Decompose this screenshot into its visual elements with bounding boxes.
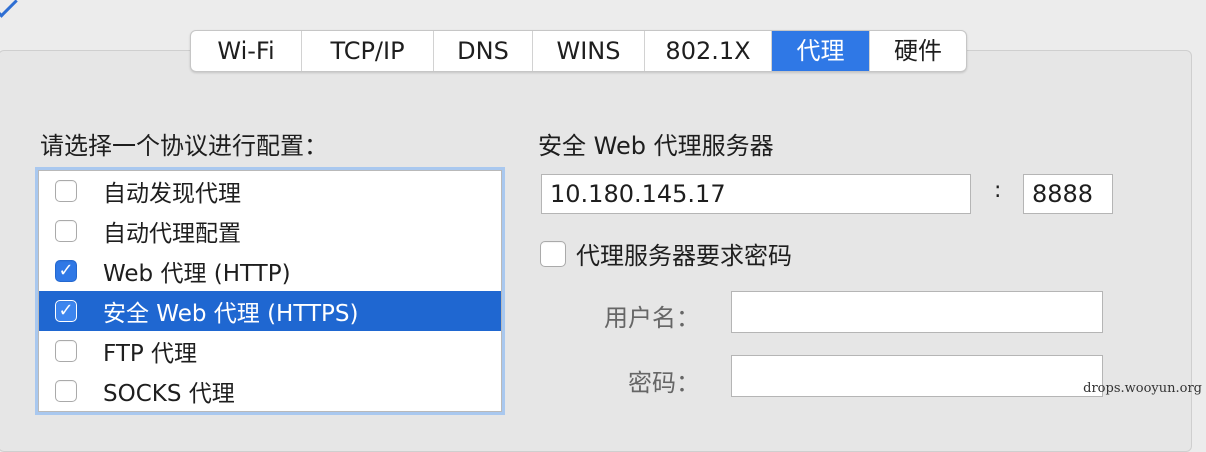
checkmark-icon: ✓ bbox=[58, 260, 74, 281]
password-required-label: 代理服务器要求密码 bbox=[576, 242, 792, 270]
password-required-checkbox[interactable] bbox=[540, 240, 566, 267]
password-required-row[interactable]: 代理服务器要求密码 bbox=[540, 236, 792, 271]
protocol-label: SOCKS 代理 bbox=[103, 381, 235, 407]
tab-wins[interactable]: WINS bbox=[533, 31, 645, 71]
protocol-item-ftp-proxy[interactable]: FTP 代理 bbox=[39, 331, 501, 371]
watermark: drops.wooyun.org bbox=[1083, 381, 1202, 396]
server-heading: 安全 Web 代理服务器 bbox=[538, 132, 774, 160]
proxy-port-field[interactable]: 8888 bbox=[1023, 174, 1113, 214]
protocol-label: FTP 代理 bbox=[103, 341, 198, 367]
protocol-item-secure-web-proxy[interactable]: ✓ 安全 Web 代理 (HTTPS) bbox=[39, 291, 501, 331]
protocol-item-socks-proxy[interactable]: SOCKS 代理 bbox=[39, 371, 501, 411]
proxy-server-address-field[interactable]: 10.180.145.17 bbox=[541, 174, 971, 214]
tab-8021x[interactable]: 802.1X bbox=[645, 31, 772, 71]
tab-dns[interactable]: DNS bbox=[434, 31, 533, 71]
protocol-label: 自动发现代理 bbox=[103, 181, 241, 207]
protocol-item-auto-config[interactable]: 自动代理配置 bbox=[39, 211, 501, 251]
tab-proxy[interactable]: 代理 bbox=[772, 31, 870, 71]
window-corner-icon bbox=[0, 0, 18, 18]
tab-hardware[interactable]: 硬件 bbox=[870, 31, 966, 71]
port-separator: : bbox=[994, 178, 1002, 203]
password-field[interactable] bbox=[731, 355, 1103, 397]
protocol-item-auto-discovery[interactable]: 自动发现代理 bbox=[39, 171, 501, 211]
protocol-label: 自动代理配置 bbox=[103, 221, 241, 247]
tab-tcpip[interactable]: TCP/IP bbox=[302, 31, 434, 71]
checkbox[interactable] bbox=[55, 340, 77, 362]
password-label: 密码： bbox=[628, 369, 700, 397]
protocol-label: 安全 Web 代理 (HTTPS) bbox=[103, 301, 359, 327]
tab-wifi[interactable]: Wi-Fi bbox=[191, 31, 302, 71]
protocol-heading: 请选择一个协议进行配置： bbox=[40, 132, 328, 160]
protocol-list[interactable]: 自动发现代理 自动代理配置 ✓ Web 代理 (HTTP) ✓ 安全 Web 代… bbox=[38, 170, 502, 412]
username-field[interactable] bbox=[731, 291, 1103, 333]
protocol-label: Web 代理 (HTTP) bbox=[103, 261, 291, 287]
username-label: 用户名： bbox=[604, 304, 700, 332]
protocol-item-web-proxy[interactable]: ✓ Web 代理 (HTTP) bbox=[39, 251, 501, 291]
checkbox[interactable] bbox=[55, 380, 77, 402]
tab-bar: Wi-Fi TCP/IP DNS WINS 802.1X 代理 硬件 bbox=[190, 30, 967, 72]
checkbox[interactable] bbox=[55, 220, 77, 242]
checkbox[interactable]: ✓ bbox=[55, 260, 77, 282]
checkbox[interactable]: ✓ bbox=[55, 300, 77, 322]
checkbox[interactable] bbox=[55, 180, 77, 202]
checkmark-icon: ✓ bbox=[58, 300, 74, 321]
